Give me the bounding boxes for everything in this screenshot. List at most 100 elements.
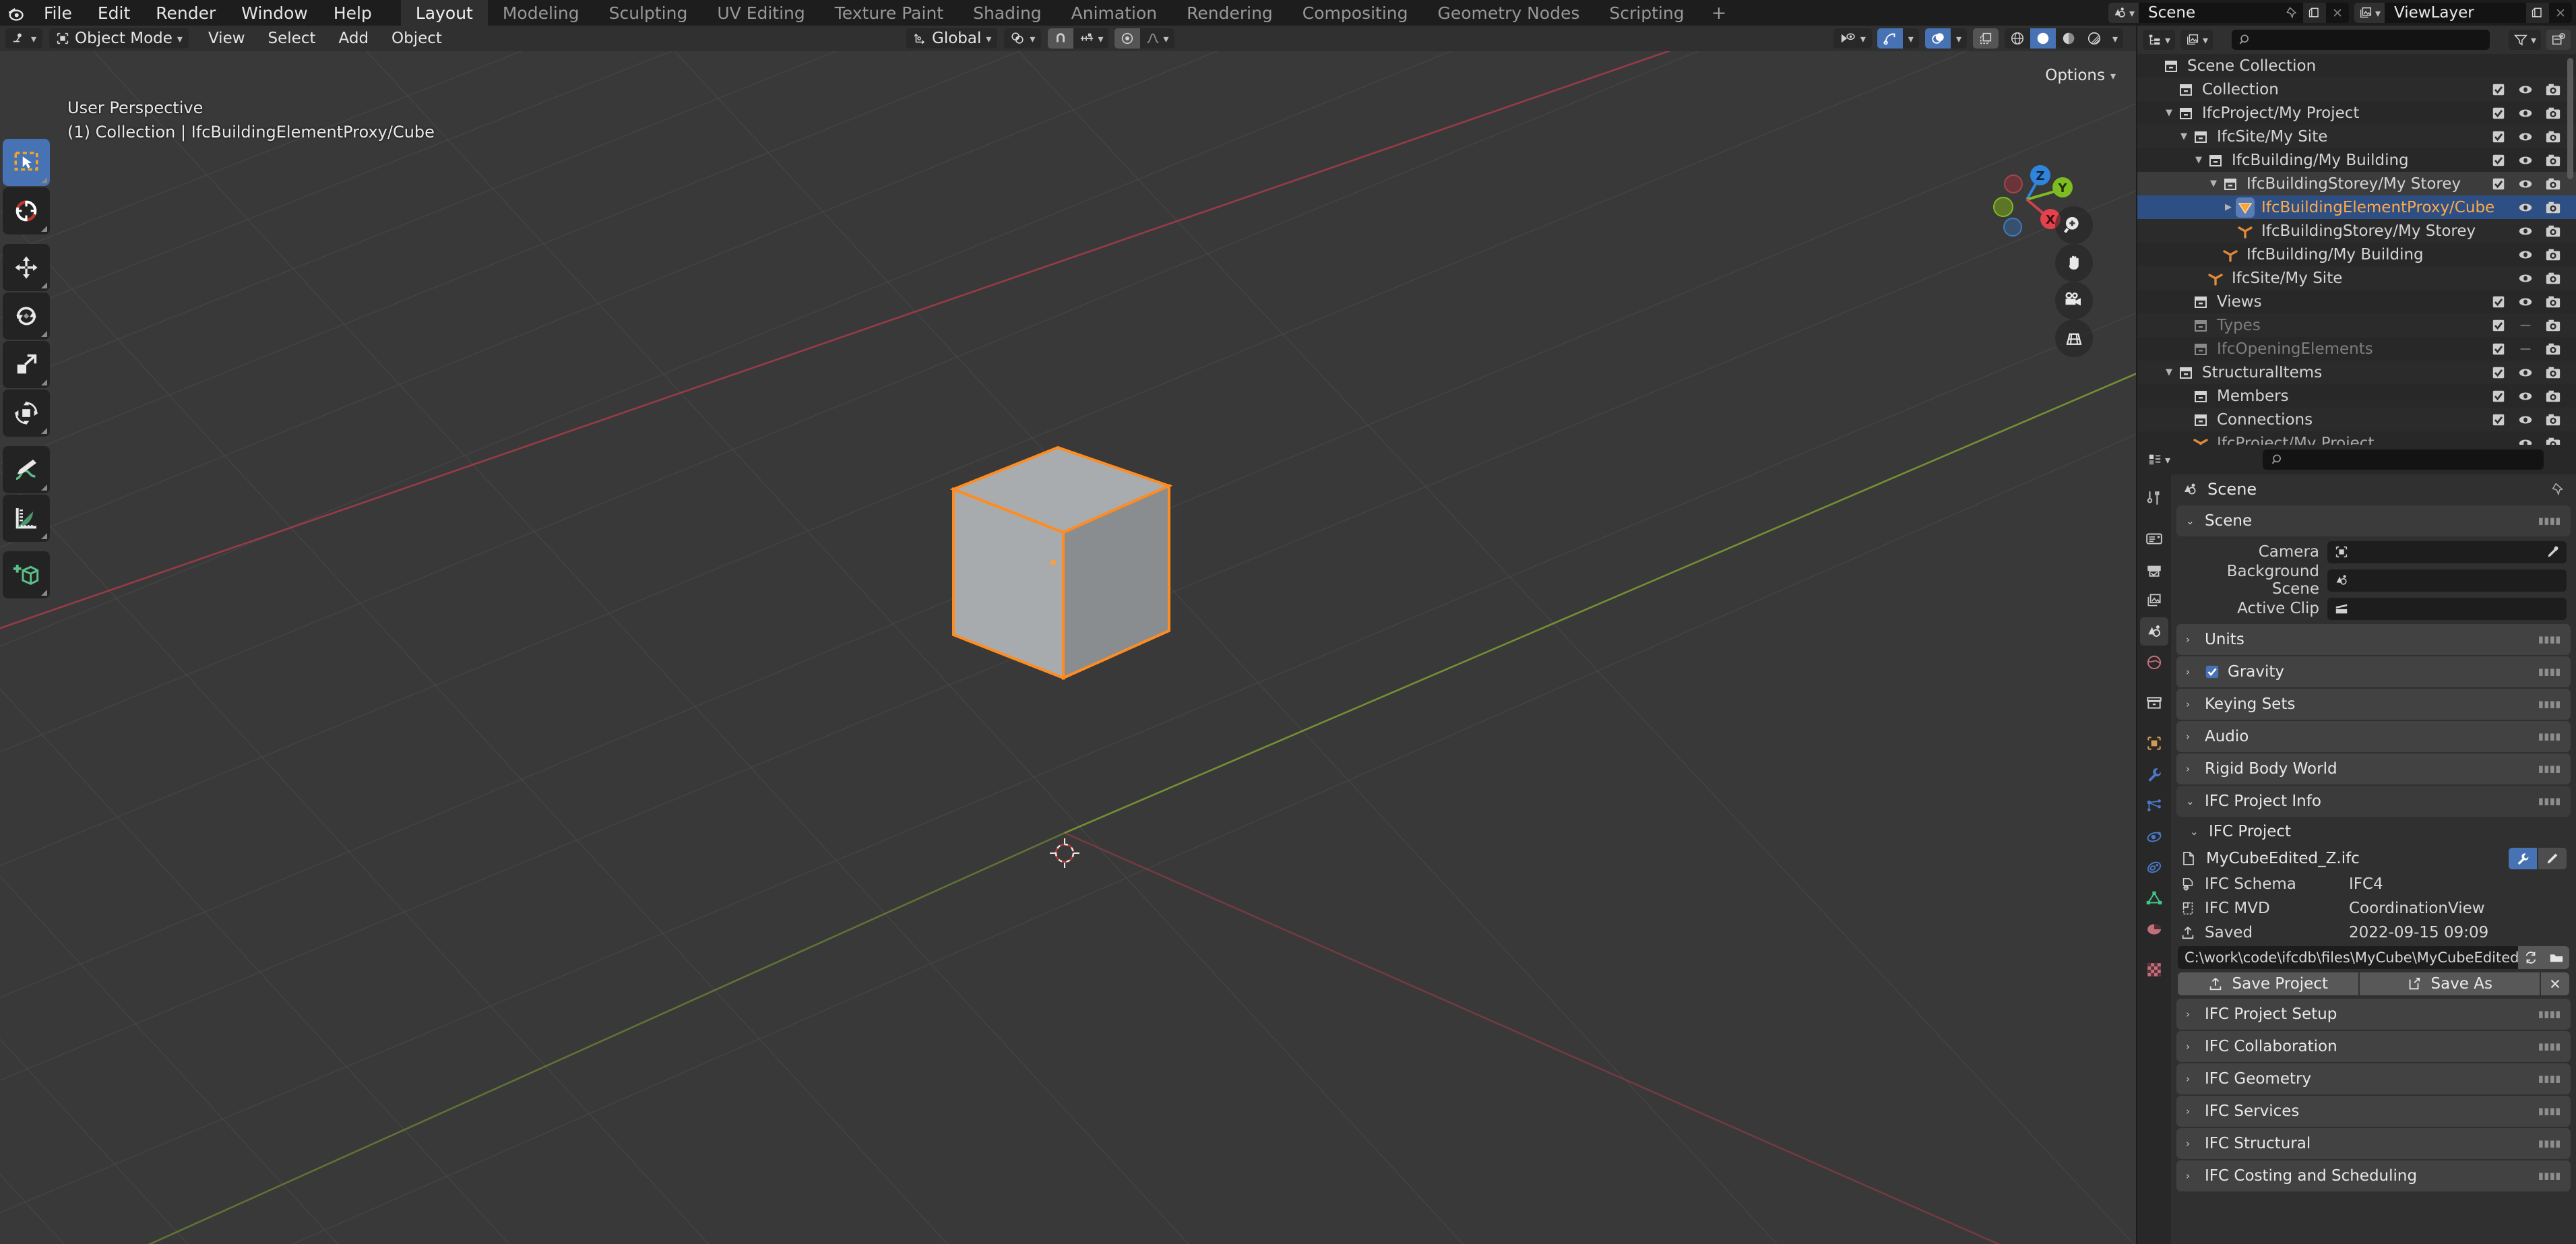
outliner-row[interactable]: IfcSite/My Site xyxy=(2137,266,2576,290)
save-project-button[interactable]: Save Project xyxy=(2178,972,2358,995)
visibility-eye-icon[interactable] xyxy=(2517,412,2534,427)
panel-header-ifc-geometry[interactable]: › IFC Geometry ▪▪▪▪ ▪▪▪▪ xyxy=(2176,1063,2571,1094)
checkbox-toggle[interactable] xyxy=(2491,153,2506,168)
new-scene-button[interactable] xyxy=(2302,3,2326,23)
particles-props-tab[interactable] xyxy=(2140,791,2168,819)
outliner-row[interactable]: ▼ IfcSite/My Site xyxy=(2137,125,2576,148)
material-props-tab[interactable] xyxy=(2140,915,2168,943)
checkbox-toggle[interactable] xyxy=(2491,389,2506,404)
viewport-menu-view[interactable]: View xyxy=(197,26,257,51)
render-camera-icon[interactable] xyxy=(2545,106,2561,121)
rotate-tool[interactable] xyxy=(3,292,50,340)
falloff-curve-icon[interactable]: ▾ xyxy=(1140,28,1174,49)
visibility-eye-icon[interactable] xyxy=(2517,129,2534,144)
outliner-row[interactable]: IfcOpeningElements xyxy=(2137,337,2576,361)
workspace-tab-compositing[interactable]: Compositing xyxy=(1288,0,1423,26)
outliner-row[interactable]: Scene Collection xyxy=(2137,54,2576,77)
outliner-row[interactable]: IfcBuilding/My Building xyxy=(2137,243,2576,266)
output-props-tab[interactable] xyxy=(2140,555,2168,584)
panel-header-scene[interactable]: ⌄ Scene ▪▪▪▪ ▪▪▪▪ xyxy=(2176,505,2571,536)
panel-header-keying-sets[interactable]: › Keying Sets ▪▪▪▪ ▪▪▪▪ xyxy=(2176,689,2571,720)
render-camera-icon[interactable] xyxy=(2545,82,2561,97)
disabled-dash-icon[interactable] xyxy=(2517,342,2534,356)
main-menu-window[interactable]: Window xyxy=(228,0,321,26)
panel-header-ifc-project-setup[interactable]: › IFC Project Setup ▪▪▪▪ ▪▪▪▪ xyxy=(2176,999,2571,1030)
visibility-eye-icon[interactable] xyxy=(2517,82,2534,97)
workspace-tab-texture-paint[interactable]: Texture Paint xyxy=(820,0,958,26)
data-props-tab[interactable] xyxy=(2140,884,2168,912)
toggle-perspective-icon[interactable] xyxy=(2055,319,2093,357)
main-menu-help[interactable]: Help xyxy=(321,0,385,26)
chevron-down-icon[interactable]: ▼ xyxy=(2162,108,2176,118)
properties-editor-type-icon[interactable]: ▾ xyxy=(2143,449,2176,470)
visibility-eye-icon[interactable] xyxy=(2517,365,2534,380)
3d-viewport[interactable]: User Perspective (1) Collection | IfcBui… xyxy=(0,51,2136,1244)
visibility-eye-icon[interactable] xyxy=(2517,271,2534,286)
outliner-scrollbar[interactable] xyxy=(2567,58,2573,179)
render-camera-icon[interactable] xyxy=(2545,365,2561,380)
visibility-eye-icon[interactable] xyxy=(2517,247,2534,262)
field-camera[interactable] xyxy=(2327,540,2567,563)
checkbox-toggle[interactable] xyxy=(2491,129,2506,144)
visibility-eye-icon[interactable] xyxy=(2517,294,2534,309)
zoom-icon[interactable] xyxy=(2055,206,2093,244)
main-menu-render[interactable]: Render xyxy=(143,0,228,26)
object-visibility-icon[interactable]: ▾ xyxy=(1833,28,1872,49)
editor-type-3dview-icon[interactable]: ▾ xyxy=(5,28,43,49)
visibility-eye-icon[interactable] xyxy=(2517,153,2534,168)
view-layer-selector[interactable]: ▾ ViewLayer xyxy=(2354,3,2572,23)
workspace-tab-shading[interactable]: Shading xyxy=(958,0,1057,26)
panel-header-ifc-services[interactable]: › IFC Services ▪▪▪▪ ▪▪▪▪ xyxy=(2176,1096,2571,1127)
new-collection-icon[interactable] xyxy=(2546,30,2571,50)
outliner-display-mode-icon[interactable]: ▾ xyxy=(2143,30,2176,50)
render-camera-icon[interactable] xyxy=(2545,342,2561,356)
checkbox-toggle[interactable] xyxy=(2491,365,2506,380)
panel-header-gravity[interactable]: › Gravity ▪▪▪▪ ▪▪▪▪ xyxy=(2176,656,2571,687)
snap-magnet-icon[interactable] xyxy=(1048,28,1074,49)
render-camera-icon[interactable] xyxy=(2545,129,2561,144)
wrench-icon[interactable] xyxy=(2509,848,2537,869)
shading-dropdown[interactable]: ▾ xyxy=(2106,28,2123,49)
chevron-down-icon[interactable]: ▼ xyxy=(2206,179,2221,189)
outliner-row[interactable]: Members xyxy=(2137,384,2576,408)
render-camera-icon[interactable] xyxy=(2545,224,2561,239)
modifier-props-tab[interactable] xyxy=(2140,760,2168,788)
wireframe-shading-icon[interactable] xyxy=(2004,28,2030,49)
outliner-row[interactable]: Types xyxy=(2137,313,2576,337)
disabled-dash-icon[interactable] xyxy=(2517,318,2534,333)
render-props-tab[interactable] xyxy=(2140,524,2168,553)
outliner-row[interactable]: Collection xyxy=(2137,77,2576,101)
folder-icon[interactable] xyxy=(2544,946,2569,969)
render-camera-icon[interactable] xyxy=(2545,177,2561,191)
workspace-tab-animation[interactable]: Animation xyxy=(1057,0,1172,26)
outliner-row[interactable]: ▶ IfcBuildingElementProxy/Cube xyxy=(2137,195,2576,219)
render-camera-icon[interactable] xyxy=(2545,318,2561,333)
chevron-down-icon[interactable]: ▼ xyxy=(2191,155,2206,165)
tool-props-tab[interactable] xyxy=(2140,484,2168,512)
pin-icon[interactable] xyxy=(2280,3,2303,23)
constraints-props-tab[interactable] xyxy=(2140,853,2168,881)
render-camera-icon[interactable] xyxy=(2545,389,2561,404)
render-camera-icon[interactable] xyxy=(2545,247,2561,262)
save-as-button[interactable]: Save As xyxy=(2359,972,2540,995)
cursor-tool[interactable] xyxy=(3,187,50,235)
scene-selector[interactable]: ▾ Scene xyxy=(2108,3,2349,23)
view-layer-props-tab[interactable] xyxy=(2140,586,2168,615)
mode-selector[interactable]: Object Mode ▾ xyxy=(49,28,189,49)
workspace-tab-geometry-nodes[interactable]: Geometry Nodes xyxy=(1423,0,1595,26)
refresh-icon[interactable] xyxy=(2518,946,2544,969)
chevron-down-icon[interactable]: ▼ xyxy=(2176,131,2191,142)
view-layer-icon[interactable]: ▾ xyxy=(2354,3,2385,23)
filter-id-type-icon[interactable]: ▾ xyxy=(2180,30,2213,50)
render-camera-icon[interactable] xyxy=(2545,200,2561,215)
viewport-menu-object[interactable]: Object xyxy=(380,26,453,51)
checkbox-toggle[interactable] xyxy=(2491,177,2506,191)
visibility-eye-icon[interactable] xyxy=(2517,224,2534,239)
close-x-icon[interactable] xyxy=(2541,972,2569,995)
visibility-eye-icon[interactable] xyxy=(2517,177,2534,191)
scene-props-tab[interactable] xyxy=(2140,617,2168,646)
annotate-tool[interactable] xyxy=(3,446,50,493)
outliner-row[interactable]: ▼ IfcProject/My Project xyxy=(2137,101,2576,125)
render-camera-icon[interactable] xyxy=(2545,294,2561,309)
outliner-search-input[interactable] xyxy=(2232,30,2490,50)
